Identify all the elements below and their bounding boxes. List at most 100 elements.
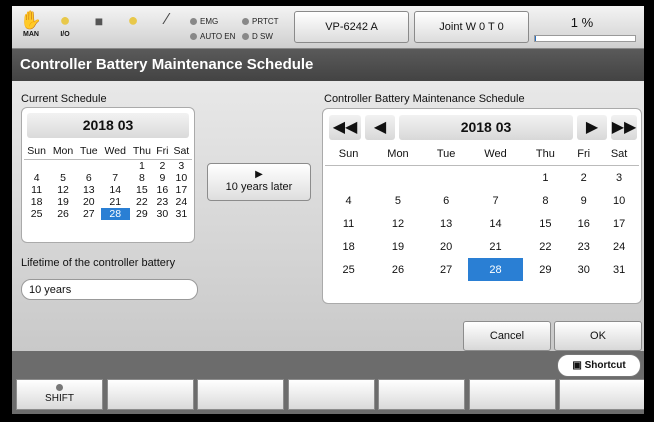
current-day-cell[interactable]: 19 (49, 196, 77, 208)
schedule-day-cell[interactable]: 4 (325, 189, 372, 212)
function-key-7[interactable] (559, 379, 644, 410)
schedule-day-cell[interactable]: 24 (599, 235, 639, 258)
current-day-cell[interactable]: 7 (101, 172, 130, 184)
function-key-3[interactable] (197, 379, 284, 410)
schedule-panel: Current Schedule 2018 03 Sun Mon Tue Wed Thu… (12, 81, 644, 351)
schedule-day-cell[interactable]: 16 (568, 212, 599, 235)
current-day-cell[interactable]: 24 (171, 196, 192, 208)
current-day-cell[interactable]: 29 (130, 208, 154, 220)
auto-en-led-icon (190, 33, 197, 41)
current-day-cell[interactable]: 10 (171, 172, 192, 184)
next-month-icon[interactable]: ▶ (577, 115, 607, 140)
current-day-cell[interactable]: 25 (24, 208, 49, 220)
joint-mode-button[interactable]: Joint W 0 T 0 (414, 11, 529, 43)
schedule-day-cell[interactable]: 25 (325, 258, 372, 281)
shortcut-button[interactable]: ▣ Shortcut (557, 354, 641, 377)
current-day-cell[interactable]: 26 (49, 208, 77, 220)
function-key-4[interactable] (287, 379, 375, 410)
current-week-row: 4 5 6 7 8 9 10 (24, 172, 192, 184)
ten-years-later-button[interactable]: ▶ 10 years later (207, 163, 311, 201)
schedule-day-cell[interactable]: 14 (468, 212, 522, 235)
schedule-day-cell[interactable]: 10 (599, 189, 639, 212)
schedule-day-cell[interactable]: 29 (523, 258, 569, 281)
current-day-cell[interactable]: 14 (101, 184, 130, 196)
schedule-day-cell[interactable]: 2 (568, 166, 599, 190)
current-day-cell[interactable]: 28 (100, 208, 130, 220)
current-day-cell[interactable]: 1 (130, 160, 154, 173)
current-empty-cell (49, 160, 77, 173)
current-day-cell[interactable]: 9 (154, 172, 171, 184)
current-day-cell[interactable]: 8 (130, 172, 154, 184)
current-day-cell[interactable]: 17 (171, 184, 192, 196)
current-day-cell[interactable]: 13 (77, 184, 101, 196)
current-day-cell[interactable]: 30 (154, 208, 171, 220)
schedule-day-cell[interactable]: 3 (599, 166, 639, 190)
robot-model-button[interactable]: VP-6242 A (294, 11, 409, 43)
schedule-day-cell[interactable]: 18 (325, 235, 372, 258)
schedule-calendar-grid: Sun Mon Tue Wed Thu Fri Sat 1 2 3 4 5 6 7 8 9 10 11 12 13 1… (325, 142, 639, 281)
shortcut-icon: ▣ (572, 360, 582, 371)
schedule-day-cell[interactable]: 22 (523, 235, 569, 258)
current-day-cell[interactable]: 23 (154, 196, 171, 208)
current-day-cell[interactable]: 31 (171, 208, 192, 220)
function-key-5[interactable] (378, 379, 465, 410)
schedule-day-cell[interactable]: 17 (599, 212, 639, 235)
schedule-day-cell[interactable]: 30 (568, 258, 599, 281)
cancel-button[interactable]: Cancel (463, 321, 551, 351)
schedule-day-cell[interactable]: 26 (372, 258, 424, 281)
current-day-cell[interactable]: 16 (154, 184, 171, 196)
io-lamp-icon[interactable]: ● I/O (52, 10, 78, 44)
current-day-cell[interactable]: 12 (49, 184, 77, 196)
stop-square-icon[interactable]: ■ (86, 10, 112, 44)
current-day-cell[interactable]: 2 (154, 160, 171, 173)
ten-years-later-label: 10 years later (225, 181, 293, 193)
current-day-cell[interactable]: 20 (77, 196, 101, 208)
current-weekday-header: Sun (24, 142, 50, 160)
current-day-cell[interactable]: 15 (130, 184, 154, 196)
dsw-led-icon (242, 33, 249, 41)
schedule-day-cell[interactable]: 21 (468, 235, 522, 258)
schedule-day-cell[interactable]: 6 (424, 189, 469, 212)
manual-mode-hand-icon[interactable]: ✋ MAN (18, 10, 44, 44)
schedule-day-cell[interactable]: 11 (325, 212, 372, 235)
current-day-cell[interactable]: 4 (24, 172, 49, 184)
schedule-weekday-header: Tue (423, 142, 469, 166)
schedule-day-cell[interactable]: 13 (424, 212, 469, 235)
schedule-day-cell[interactable]: 5 (372, 189, 424, 212)
current-day-cell[interactable]: 3 (171, 160, 192, 173)
previous-year-icon[interactable]: ◀◀ (329, 115, 361, 140)
current-day-cell[interactable]: 21 (101, 196, 130, 208)
next-year-icon[interactable]: ▶▶ (611, 115, 637, 140)
current-week-row: 123 (24, 160, 192, 173)
emg-led-icon (190, 18, 197, 26)
schedule-day-cell[interactable]: 15 (523, 212, 569, 235)
ok-button[interactable]: OK (554, 321, 642, 351)
current-day-cell[interactable]: 18 (24, 196, 49, 208)
schedule-day-cell[interactable]: 7 (468, 189, 522, 212)
wrench-icon[interactable]: ∕ (154, 10, 180, 44)
current-day-cell[interactable]: 22 (130, 196, 154, 208)
schedule-day-cell[interactable]: 27 (424, 258, 469, 281)
schedule-day-cell[interactable]: 12 (372, 212, 424, 235)
schedule-day-cell[interactable]: 23 (568, 235, 599, 258)
shift-key[interactable]: SHIFT (16, 379, 103, 410)
schedule-day-cell[interactable]: 8 (523, 189, 569, 212)
current-day-cell[interactable]: 5 (49, 172, 77, 184)
lifetime-field[interactable]: 10 years (21, 279, 198, 300)
schedule-day-cell[interactable]: 9 (568, 189, 599, 212)
previous-month-icon[interactable]: ◀ (365, 115, 395, 140)
function-key-6[interactable] (468, 379, 556, 410)
schedule-day-cell[interactable]: 1 (523, 166, 569, 190)
current-day-cell[interactable]: 6 (77, 172, 101, 184)
current-weekday-header: Sat (170, 142, 192, 160)
auto-en-indicator: AUTO EN (190, 32, 235, 42)
light-bulb-icon[interactable]: ● (120, 10, 146, 44)
current-weekday-header: Fri (154, 142, 171, 160)
current-day-cell[interactable]: 27 (77, 208, 101, 220)
schedule-day-cell[interactable]: 28 (468, 258, 523, 281)
current-day-cell[interactable]: 11 (24, 184, 49, 196)
schedule-day-cell[interactable]: 19 (372, 235, 424, 258)
schedule-day-cell[interactable]: 20 (424, 235, 469, 258)
function-key-2[interactable] (106, 379, 194, 410)
schedule-day-cell[interactable]: 31 (599, 258, 639, 281)
